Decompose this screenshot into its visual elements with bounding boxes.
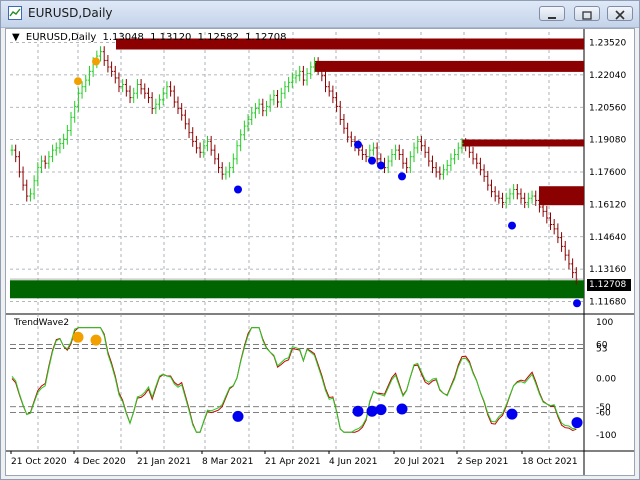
title-bar[interactable]: EURUSD,Daily [1, 1, 639, 28]
signal-down-dot [368, 156, 376, 165]
signal-up-dot [74, 77, 82, 86]
restore-icon [582, 11, 592, 20]
signal-down-dot [573, 299, 581, 308]
date-tick-label: 21 Oct 2020 [11, 457, 67, 467]
date-tick-label: 20 Jul 2021 [394, 457, 445, 467]
maximize-button[interactable] [574, 6, 600, 21]
indicator-down-dot [571, 417, 583, 429]
symbol-label: EURUSD,Daily [25, 32, 97, 43]
indicator-tick-label: 53 [596, 345, 607, 355]
signal-down-dot [377, 161, 385, 170]
ohlc-open: 1.13048 [102, 32, 144, 43]
price-tick-label: 1.16120 [589, 200, 626, 210]
indicator-down-dot [232, 410, 244, 422]
indicator-down-dot [396, 403, 408, 415]
price-tick-label: 1.23520 [589, 39, 626, 49]
signal-down-dot [398, 172, 406, 181]
date-tick-label: 21 Apr 2021 [265, 457, 321, 467]
date-tick-label: 8 Mar 2021 [202, 457, 253, 467]
indicator-down-dot [375, 404, 387, 416]
signal-down-dot [354, 140, 362, 149]
price-tick-label: 1.17600 [589, 168, 626, 178]
date-tick-label: 4 Jun 2021 [329, 457, 377, 467]
ohlc-low: 1.12582 [197, 32, 239, 43]
indicator-tick-label: 0.00 [596, 375, 616, 385]
price-chart[interactable]: 1.23520 1.22040 1.20560 1.19080 1.17600 1.161… [5, 28, 635, 476]
chart-window: EURUSD,Daily 1.23520 1.22040 1.20560 1.1908… [0, 0, 640, 480]
signal-down-dot [508, 221, 516, 230]
dropdown-arrow-icon[interactable]: ▼ [12, 32, 20, 43]
indicator-down-dot [506, 408, 518, 420]
price-tick-label: 1.20560 [589, 103, 626, 113]
indicator-title: TrendWave2 [14, 318, 70, 328]
ohlc-high: 1.13120 [150, 32, 192, 43]
indicator-tick-label: 100 [596, 318, 613, 328]
chart-icon [8, 6, 22, 20]
date-tick-label: 4 Dec 2020 [74, 457, 126, 467]
chart-header: ▼ EURUSD,Daily 1.13048 1.13120 1.12582 1… [12, 32, 290, 43]
price-tick-label: 1.11680 [589, 298, 626, 308]
price-tick-label: 1.19080 [589, 136, 626, 146]
supply-zone [315, 60, 584, 72]
price-tick-label: 1.22040 [589, 71, 626, 81]
date-tick-label: 18 Oct 2021 [522, 457, 578, 467]
price-tick-label: 1.13160 [589, 265, 626, 275]
chart-canvas[interactable]: 1.23520 1.22040 1.20560 1.19080 1.17600 1.161… [6, 29, 634, 475]
minimize-icon [548, 17, 556, 19]
indicator-tick-label: -100 [596, 431, 617, 441]
signal-down-dot [234, 185, 242, 194]
supply-zone [539, 186, 584, 206]
minimize-button[interactable] [539, 6, 565, 21]
signal-up-dot [92, 57, 100, 66]
ohlc-close: 1.12708 [245, 32, 287, 43]
indicator-tick-label: -60 [596, 408, 611, 418]
close-button[interactable] [607, 6, 633, 21]
close-icon [615, 10, 625, 20]
price-tick-label: 1.14640 [589, 233, 626, 243]
indicator-up-dot [72, 331, 84, 343]
demand-zone [10, 280, 584, 299]
indicator-down-dot [352, 405, 364, 417]
current-price-tag: 1.12708 [587, 279, 631, 291]
window-title: EURUSD,Daily [28, 6, 113, 20]
supply-zone [462, 139, 584, 147]
date-tick-label: 21 Jan 2021 [137, 457, 191, 467]
indicator-up-dot [90, 334, 102, 346]
date-tick-label: 2 Sep 2021 [457, 457, 508, 467]
